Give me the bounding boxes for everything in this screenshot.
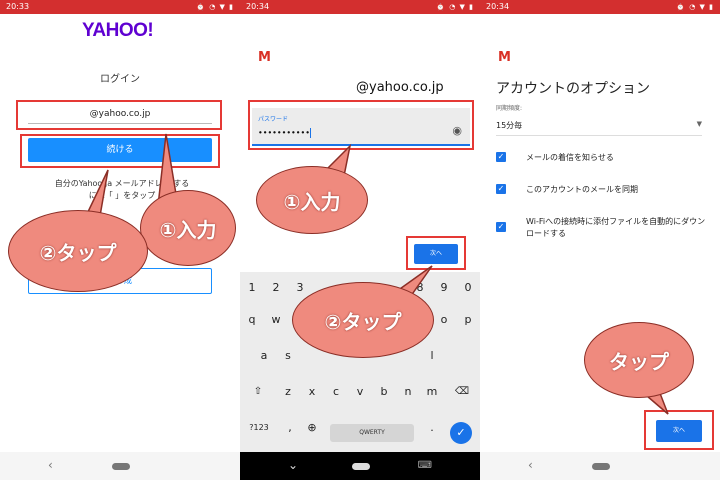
callout-tails	[638, 387, 669, 415]
callout-input: ①入力	[256, 166, 368, 234]
nav-bar: ⌄ ⌨	[240, 452, 480, 480]
nav-bar: ‹	[0, 452, 240, 480]
callout-input: ①入力	[140, 190, 236, 266]
account-options-screen: 20:34 ⏰ ◔ ▼ ▮ M アカウントのオプション 同期頻度: 15分毎 ▼…	[480, 0, 720, 480]
home-icon[interactable]	[352, 463, 370, 470]
login-screen: 20:33 ⏰ ◔ ▼ ▮ YAHOO! ログイン @yahoo.co.jp 続…	[0, 0, 240, 480]
back-icon[interactable]: ‹	[48, 458, 53, 472]
home-icon[interactable]	[112, 463, 130, 470]
callout-tap: ②タップ	[8, 210, 148, 292]
back-icon[interactable]: ‹	[528, 458, 533, 472]
password-screen: 20:34 ⏰ ◔ ▼ ▮ M @yahoo.co.jp パスワード •••••…	[240, 0, 480, 480]
hide-keyboard-icon[interactable]: ⌄	[288, 458, 298, 472]
home-icon[interactable]	[592, 463, 610, 470]
callout-tap: ②タップ	[292, 282, 434, 358]
keyboard-switch-icon[interactable]: ⌨	[418, 460, 432, 471]
callout-tap: タップ	[584, 322, 694, 398]
callout-tails	[318, 143, 433, 301]
nav-bar: ‹	[480, 452, 720, 480]
